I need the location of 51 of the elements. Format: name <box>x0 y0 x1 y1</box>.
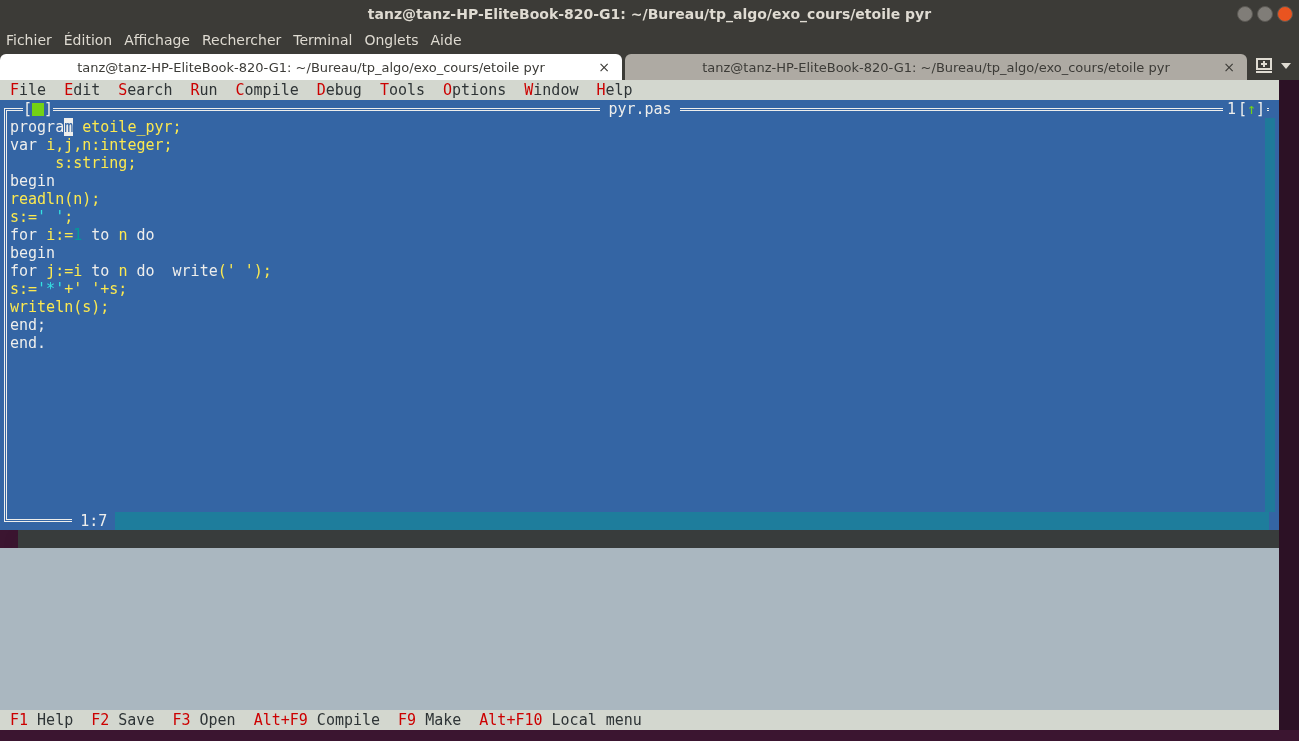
maximize-button[interactable] <box>1257 6 1273 22</box>
code-line: writeln(s); <box>10 298 111 316</box>
vertical-scrollbar[interactable] <box>1265 118 1275 512</box>
code-line: begin <box>10 244 57 262</box>
window-title: tanz@tanz-HP-EliteBook-820-G1: ~/Bureau/tp_algo/exo_cours/etoile pyr <box>367 6 932 22</box>
menu-item[interactable]: Rechercher <box>202 32 282 48</box>
dropdown-caret-icon[interactable] <box>1281 63 1291 69</box>
code-line: for i:=1 to n do <box>10 226 156 244</box>
menu-item[interactable]: Aide <box>430 32 462 48</box>
ide-menu-item[interactable]: Search <box>118 81 173 99</box>
code-line: end. <box>10 334 48 352</box>
code-line: s:=' '; <box>10 208 75 226</box>
close-tab-icon[interactable]: × <box>598 59 610 75</box>
ide-menu-item[interactable]: File <box>10 81 47 99</box>
code-line: readln(n); <box>10 190 102 208</box>
ide-menu-item[interactable]: Tools <box>379 81 426 99</box>
ide-menu-item[interactable]: Options <box>443 81 507 99</box>
close-tab-icon[interactable]: × <box>1223 59 1235 75</box>
status-hint[interactable]: Alt+F10 Local menu <box>479 711 642 729</box>
new-tab-icon[interactable] <box>1255 58 1273 74</box>
status-hint[interactable]: F1 Help <box>10 711 74 729</box>
terminal-tab[interactable]: tanz@tanz-HP-EliteBook-820-G1: ~/Bureau/tp_algo/exo_cours/etoile pyr × <box>625 54 1247 80</box>
menu-item[interactable]: Onglets <box>364 32 419 48</box>
ide-menu-item[interactable]: Edit <box>64 81 101 99</box>
code-line: s:string; <box>54 154 138 172</box>
code-line: end; <box>10 316 48 334</box>
code-line: begin <box>10 172 57 190</box>
terminal-tab[interactable]: tanz@tanz-HP-EliteBook-820-G1: ~/Bureau/tp_algo/exo_cours/etoile pyr × <box>0 54 622 80</box>
ide-menu-item[interactable]: Debug <box>316 81 362 99</box>
ide-menu-item[interactable]: Compile <box>235 81 299 99</box>
code-line: var i,j,n:integer; <box>10 136 174 154</box>
ide-menu-item[interactable]: Window <box>524 81 579 99</box>
status-hint[interactable]: F3 Open <box>172 711 236 729</box>
ide-menu-item[interactable]: Run <box>190 81 218 99</box>
menu-item[interactable]: Affichage <box>124 32 190 48</box>
zoom-button[interactable]: [↑] <box>1235 100 1267 118</box>
code-line: program etoile_pyr; <box>10 118 183 136</box>
menu-item[interactable]: Terminal <box>293 32 353 48</box>
code-line: for j:=i to n do write(' '); <box>10 262 273 280</box>
close-button[interactable] <box>1277 6 1293 22</box>
horizontal-scrollbar[interactable] <box>115 512 1269 530</box>
status-hint[interactable]: F9 Make <box>398 711 462 729</box>
code-line: s:='*'+' '+s; <box>10 280 129 298</box>
status-hint[interactable]: Alt+F9 Compile <box>253 711 381 729</box>
terminal-scrollbar[interactable] <box>1279 80 1299 730</box>
menu-item[interactable]: Fichier <box>6 32 52 48</box>
menu-item[interactable]: Édition <box>63 32 113 48</box>
ide-menu-item[interactable]: Help <box>596 81 633 99</box>
minimize-button[interactable] <box>1237 6 1253 22</box>
status-hint[interactable]: F2 Save <box>91 711 155 729</box>
close-box[interactable]: [ ] <box>23 100 54 118</box>
